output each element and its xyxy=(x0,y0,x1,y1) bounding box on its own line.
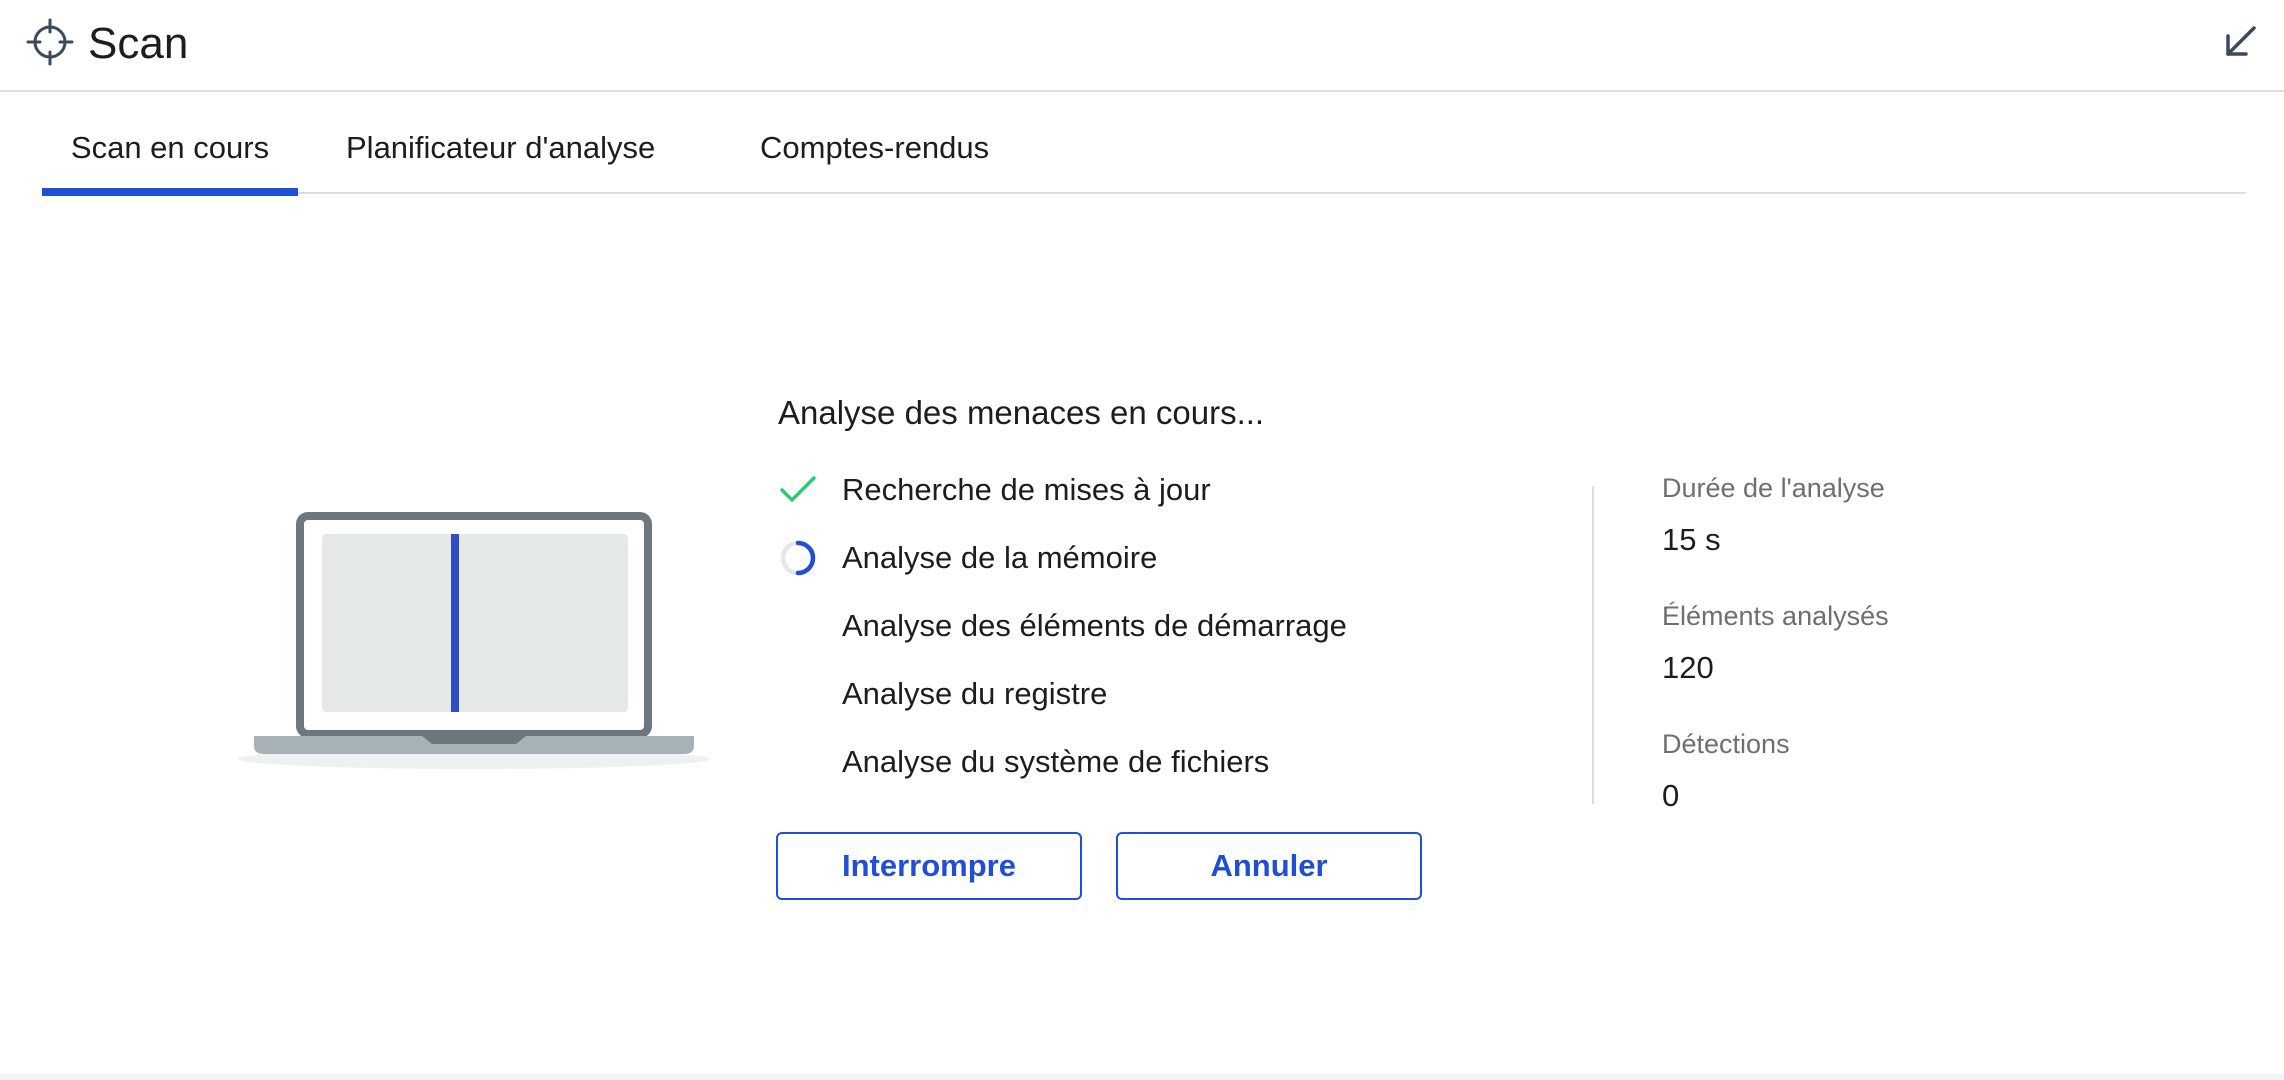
scan-step-label: Analyse des éléments de démarrage xyxy=(842,608,1347,643)
crosshair-icon xyxy=(26,18,74,66)
scan-duration-label: Durée de l'analyse xyxy=(1662,473,1885,503)
scan-status-heading: Analyse des menaces en cours... xyxy=(778,394,1265,431)
scan-window: Scan Scan en cours Planificateur d'analy… xyxy=(0,0,2284,1080)
scan-step: Recherche de mises à jour xyxy=(778,466,1478,514)
scan-step: Analyse de la mémoire xyxy=(778,534,1478,582)
laptop-scan-illustration xyxy=(238,512,710,769)
items-scanned-label: Éléments analysés xyxy=(1662,601,1889,631)
scan-duration-value: 15 s xyxy=(1662,522,1721,557)
tab-scan-scheduler[interactable]: Planificateur d'analyse xyxy=(346,112,655,194)
scan-step-label: Analyse du système de fichiers xyxy=(842,744,1270,779)
scan-step-label: Analyse de la mémoire xyxy=(842,540,1158,575)
scan-step-label: Analyse du registre xyxy=(842,676,1108,711)
bottom-edge xyxy=(0,1074,2284,1080)
window-title: Scan xyxy=(88,19,189,68)
tab-bar: Scan en cours Planificateur d'analyse Co… xyxy=(42,112,2246,196)
items-scanned-value: 120 xyxy=(1662,650,1714,685)
tab-current-scan[interactable]: Scan en cours xyxy=(42,112,298,196)
tab-reports[interactable]: Comptes-rendus xyxy=(760,112,989,194)
detections-value: 0 xyxy=(1662,778,1680,813)
cancel-button[interactable]: Annuler xyxy=(1116,832,1422,900)
spinner-icon xyxy=(780,540,816,576)
arrow-down-left-icon[interactable] xyxy=(2218,20,2262,64)
detections-label: Détections xyxy=(1662,729,1790,759)
scan-step: Analyse du système de fichiers xyxy=(778,738,1478,786)
title-bar: Scan xyxy=(0,0,2284,92)
scan-step-label: Recherche de mises à jour xyxy=(842,472,1211,507)
check-icon xyxy=(780,476,816,502)
scan-step: Analyse du registre xyxy=(778,670,1478,718)
scan-step: Analyse des éléments de démarrage xyxy=(778,602,1478,650)
vertical-divider xyxy=(1592,486,1594,804)
pause-button[interactable]: Interrompre xyxy=(776,832,1082,900)
